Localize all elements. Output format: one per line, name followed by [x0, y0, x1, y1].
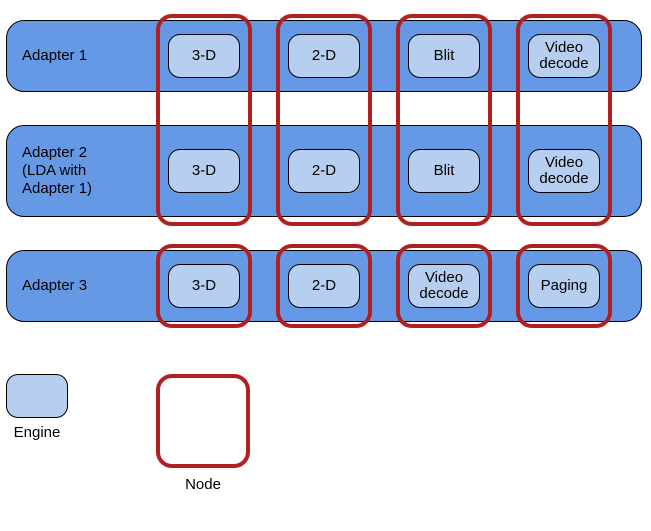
node-group-a-col-0 — [156, 14, 252, 226]
node-group-b-col-0 — [156, 244, 252, 328]
node-group-b-col-3 — [516, 244, 612, 328]
legend-engine-swatch — [6, 374, 68, 418]
legend-node-label: Node — [156, 476, 250, 493]
node-group-a-col-1 — [276, 14, 372, 226]
node-group-b-col-2 — [396, 244, 492, 328]
legend-node-swatch — [156, 374, 250, 468]
node-group-a-col-3 — [516, 14, 612, 226]
node-group-b-col-1 — [276, 244, 372, 328]
legend-engine-label: Engine — [6, 424, 68, 441]
node-group-a-col-2 — [396, 14, 492, 226]
